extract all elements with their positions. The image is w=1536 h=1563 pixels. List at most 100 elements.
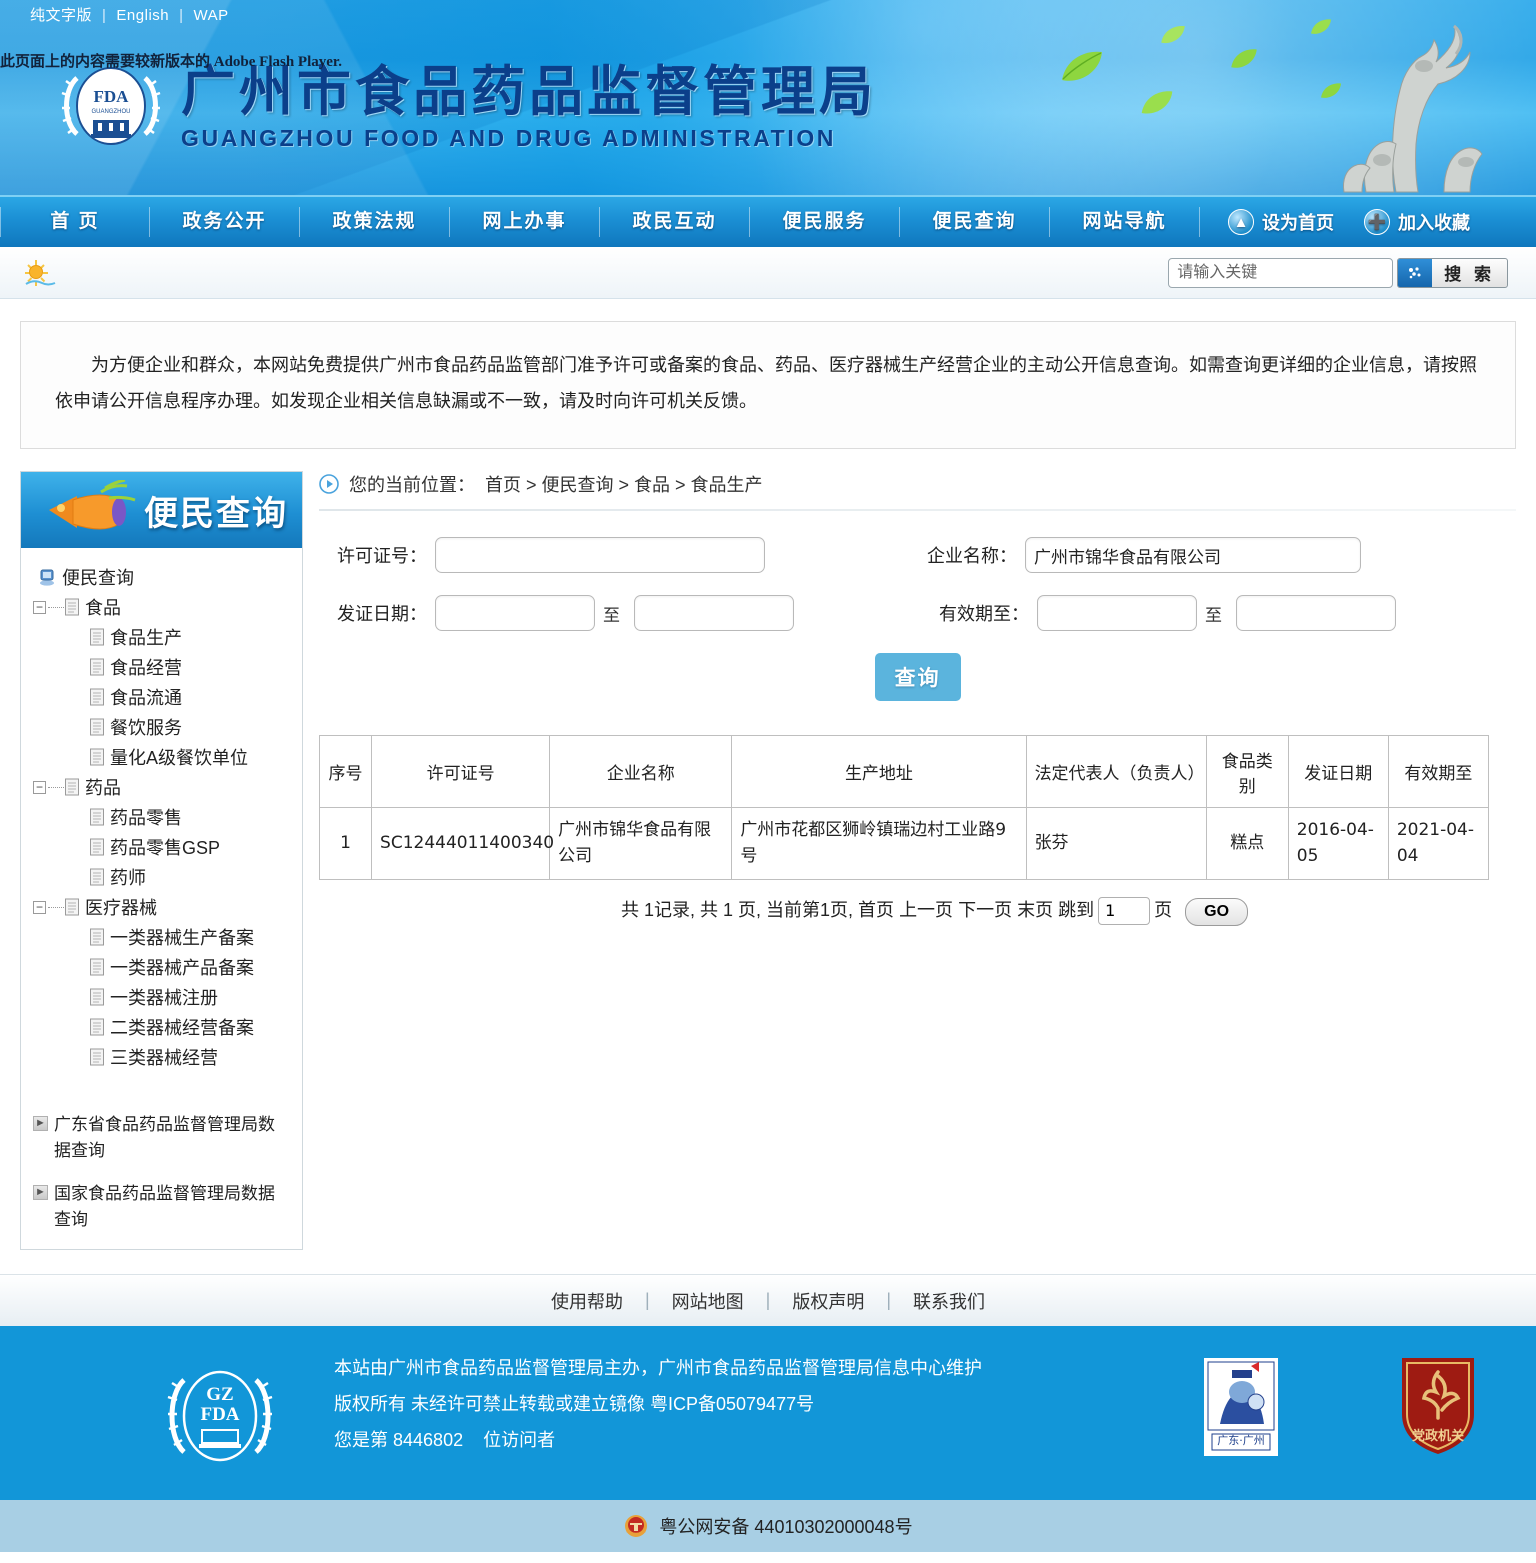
license-label: 许可证号： [337,546,427,566]
external-link-guangdong-fda[interactable]: ► 广东省食品药品监督管理局数据查询 [33,1112,290,1165]
site-logo[interactable]: FDA GUANGZHOU 广州市食品药品监督管理局 GUANGZHOU FOO… [55,62,877,152]
pagination-first[interactable]: 首页 [858,900,894,920]
document-icon [90,1048,104,1066]
tree-group-food[interactable]: − 食品 [33,592,292,622]
search-button[interactable]: 搜 索 [1397,257,1508,288]
issue-date-to-input[interactable] [634,595,794,631]
pagination-next[interactable]: 下一页 [958,900,1012,920]
enterprise-input[interactable] [1025,537,1361,573]
gz-fda-seal-icon: GZ FDA [167,1371,273,1462]
document-icon [90,868,104,886]
sidebar-item-label: 药品零售GSP [110,838,221,858]
nav-item-online-services[interactable]: 网上办事 [450,207,600,237]
valid-until-field-group: 有效期至： 至 [939,595,1396,631]
sidebar-item-drug-retail-gsp[interactable]: 药品零售GSP [33,832,292,862]
sidebar-item-grade-a-catering[interactable]: 量化A级餐饮单位 [33,742,292,772]
site-title-en: GUANGZHOU FOOD AND DRUG ADMINISTRATION [181,125,837,152]
collapse-icon[interactable]: − [33,780,46,794]
page-root: 纯文字版 | English | WAP 此页面上的内容需要较新版本的 Adobe Fl… [0,0,1536,1553]
topbar-link-textonly[interactable]: 纯文字版 [30,7,92,24]
sidebar-item-class1-production-record[interactable]: 一类器械生产备案 [33,922,292,952]
cell-no: 1 [318,807,373,880]
nav-item-site-navigation[interactable]: 网站导航 [1050,207,1200,237]
notice-panel: 为方便企业和群众，本网站免费提供广州市食品药品监管部门准予许可或备案的食品、药品… [20,321,1516,449]
issue-date-from-input[interactable] [435,595,595,631]
flash-player-message: 此页面上的内容需要较新版本的 Adobe Flash Player. [0,54,342,70]
collapse-icon[interactable]: − [33,900,46,914]
sidebar-item-class3-operation[interactable]: 三类器械经营 [33,1042,292,1072]
add-favorite-button[interactable]: ➕ 加入收藏 [1364,209,1470,235]
tree-group-drug[interactable]: − 药品 [33,772,292,802]
topbar-link-wap[interactable]: WAP [194,7,229,24]
sidebar-item-food-operation[interactable]: 食品经营 [33,652,292,682]
sidebar-title: 便民查询 [144,493,288,534]
document-icon [90,688,104,706]
sidebar-item-food-circulation[interactable]: 食品流通 [33,682,292,712]
sidebar-item-label: 一类器械注册 [110,988,218,1008]
enterprise-field-group: 企业名称： [927,537,1361,573]
tree-group-medical-device[interactable]: − 医疗器械 [33,892,292,922]
icp-text[interactable]: 粤公网安备 44010302000048号 [659,1513,912,1539]
valid-until-from-input[interactable] [1037,595,1197,631]
pagination-page-unit: 页 [1154,900,1173,920]
police-badge-label: 广东·广州 [1217,1434,1265,1447]
breadcrumb-divider [319,509,1516,511]
police-badge-icon[interactable]: 广东·广州 [1204,1358,1278,1457]
nav-item-government-affairs[interactable]: 政务公开 [150,207,300,237]
valid-until-to-input[interactable] [1236,595,1396,631]
breadcrumb-path[interactable]: 首页 > 便民查询 > 食品 > 食品生产 [485,471,763,497]
search-button-label: 搜 索 [1444,265,1495,284]
topbar-link-english[interactable]: English [116,7,169,24]
tree-root-convenience-query[interactable]: 便民查询 [33,562,292,592]
fda-emblem-icon: FDA GUANGZHOU [61,67,161,145]
footer-line-2: 版权所有 未经许可禁止转载或建立镜像 粤ICP备05079477号 [334,1394,815,1415]
sidebar-item-pharmacist[interactable]: 药师 [33,862,292,892]
tree-connector [48,906,64,908]
sidebar-item-drug-retail[interactable]: 药品零售 [33,802,292,832]
chevron-right-icon: ► [33,1184,48,1200]
footer-separator: | [644,1290,650,1311]
footer-line-1: 本站由广州市食品药品监督管理局主办，广州市食品药品监督管理局信息中心维护 [334,1358,982,1379]
main-navigation: 首 页 政务公开 政策法规 网上办事 政民互动 便民服务 便民查询 网站导航 ▲… [0,195,1536,247]
footer-link-copyright[interactable]: 版权声明 [792,1288,864,1314]
nav-item-home[interactable]: 首 页 [0,207,150,237]
external-link-national-fda[interactable]: ► 国家食品药品监督管理局数据查询 [33,1181,290,1234]
license-field-group: 许可证号： [337,537,765,573]
party-government-badge-icon[interactable]: 党政机关 [1396,1352,1480,1456]
cell-issue-date: 2016-04-05 [1287,807,1389,880]
header-license: 许可证号 [371,735,551,808]
weather-sun-icon [25,259,56,286]
collapse-icon[interactable]: − [33,600,46,614]
sidebar-item-class1-product-record[interactable]: 一类器械产品备案 [33,952,292,982]
footer-main: GZ FDA 本站由广州市食品药品监督管理局主办，广州市食品药品监督管理局信息中… [0,1326,1536,1499]
pagination-prev[interactable]: 上一页 [899,900,953,920]
sidebar-item-food-production[interactable]: 食品生产 [33,622,292,652]
footer-link-sitemap[interactable]: 网站地图 [672,1288,744,1314]
pagination-page-input[interactable] [1098,896,1151,925]
pagination-last[interactable]: 末页 [1017,900,1053,920]
notice-text: 为方便企业和群众，本网站免费提供广州市食品药品监管部门准予许可或备案的食品、药品… [55,355,1477,412]
table-row[interactable]: 1 SC12444011400340 广州市锦华食品有限公司 广州市花都区狮岭镇… [318,807,1490,880]
issue-date-to-label: 至 [603,605,620,625]
leaf-icon [1231,49,1257,68]
nav-item-interaction[interactable]: 政民互动 [600,207,750,237]
sidebar-item-class2-operation-record[interactable]: 二类器械经营备案 [33,1012,292,1042]
set-homepage-label: 设为首页 [1262,213,1334,233]
sidebar-item-class1-registration[interactable]: 一类器械注册 [33,982,292,1012]
leaf-icon [1062,51,1102,81]
query-button[interactable]: 查询 [874,653,961,701]
sidebar-item-label: 二类器械经营备案 [110,1018,254,1038]
pagination-go-button[interactable]: GO [1185,898,1249,926]
document-icon [65,598,79,616]
nav-item-convenience-query[interactable]: 便民查询 [900,207,1050,237]
search-input[interactable] [1168,257,1394,288]
results-table-body: 1 SC12444011400340 广州市锦华食品有限公司 广州市花都区狮岭镇… [318,807,1490,880]
megaphone-icon [49,480,136,530]
nav-item-convenience-services[interactable]: 便民服务 [750,207,900,237]
footer-link-contact[interactable]: 联系我们 [913,1288,985,1314]
footer-link-help[interactable]: 使用帮助 [551,1288,623,1314]
set-homepage-button[interactable]: ▲ 设为首页 [1228,209,1334,235]
sidebar-item-catering-service[interactable]: 餐饮服务 [33,712,292,742]
nav-item-policies[interactable]: 政策法规 [300,207,450,237]
license-input[interactable] [435,537,765,573]
